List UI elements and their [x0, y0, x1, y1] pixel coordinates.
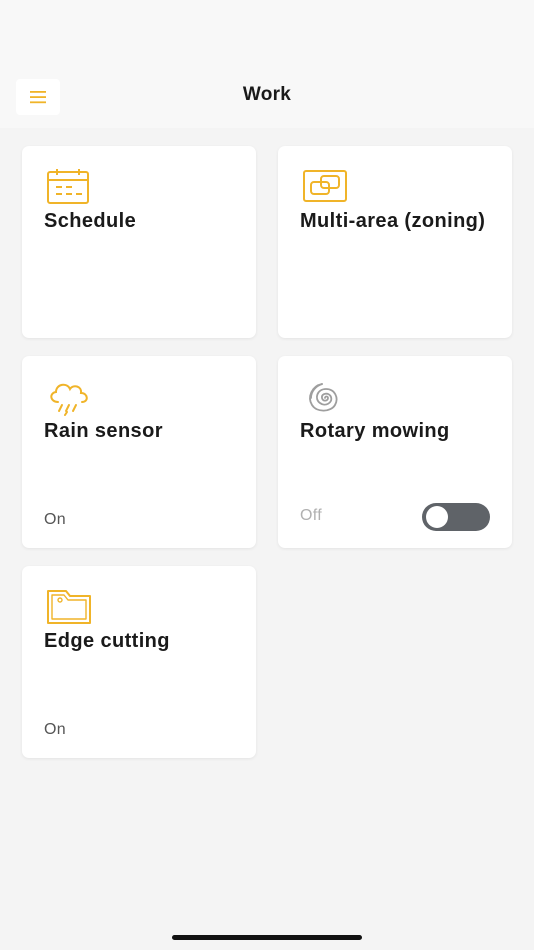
rain-cloud-icon: [50, 383, 88, 416]
calendar-icon: [47, 169, 89, 204]
zoning-icon: [303, 170, 347, 202]
status-text: On: [44, 721, 66, 738]
edge-cutting-card[interactable]: Edge cutting On: [22, 566, 256, 758]
card-title: Multi-area (zoning): [300, 210, 486, 232]
home-indicator[interactable]: [172, 935, 362, 940]
edge-boundary-icon: [47, 590, 91, 624]
card-title: Rotary mowing: [300, 420, 450, 442]
multi-area-card[interactable]: Multi-area (zoning): [278, 146, 512, 338]
work-screen: Work Schedule Multi-area (zoning) Rain s…: [0, 0, 534, 950]
spiral-icon: [309, 383, 338, 412]
status-text: Off: [300, 507, 322, 524]
page-title: Work: [242, 84, 292, 105]
card-title: Edge cutting: [44, 630, 170, 652]
rotary-mowing-toggle[interactable]: [422, 503, 490, 531]
card-title: Rain sensor: [44, 420, 163, 442]
toggle-knob: [426, 506, 448, 528]
header-bar: Work: [0, 0, 534, 128]
schedule-card[interactable]: Schedule: [22, 146, 256, 338]
rotary-mowing-card[interactable]: Rotary mowing Off: [278, 356, 512, 548]
card-title: Schedule: [44, 210, 137, 232]
rain-sensor-card[interactable]: Rain sensor On: [22, 356, 256, 548]
status-text: On: [44, 511, 66, 528]
